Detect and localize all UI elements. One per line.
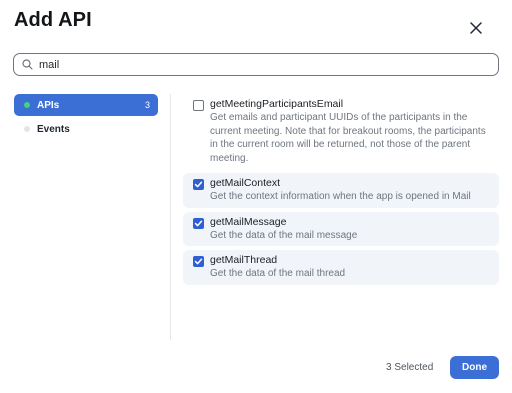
- sidebar-item-count: 3: [144, 100, 150, 110]
- checkbox[interactable]: [193, 256, 204, 267]
- status-dot-icon: [24, 126, 30, 132]
- close-button[interactable]: [464, 16, 488, 40]
- status-dot-icon: [24, 102, 30, 108]
- api-option-getmeetingparticipantsemail[interactable]: getMeetingParticipantsEmail Get emails a…: [183, 94, 499, 169]
- api-description: Get emails and participant UUIDs of the …: [210, 112, 486, 164]
- divider: [170, 94, 171, 340]
- sidebar-item-apis[interactable]: APIs 3: [14, 94, 158, 116]
- check-icon: [194, 258, 203, 265]
- checkbox[interactable]: [193, 179, 204, 190]
- check-icon: [194, 220, 203, 226]
- api-description: Get the data of the mail message: [210, 229, 358, 241]
- checkbox[interactable]: [193, 100, 204, 111]
- sidebar: APIs 3 Events: [14, 94, 158, 142]
- api-description: Get the context information when the app…: [210, 191, 471, 202]
- sidebar-item-events[interactable]: Events: [14, 118, 158, 140]
- add-api-dialog: Add API APIs 3 Events getMeeti: [0, 0, 512, 393]
- search-box[interactable]: [13, 53, 499, 76]
- search-icon: [21, 58, 34, 71]
- checkbox[interactable]: [193, 217, 204, 229]
- api-option-getmailthread[interactable]: getMailThread Get the data of the mail t…: [183, 250, 499, 285]
- api-name: getMeetingParticipantsEmail: [210, 98, 344, 110]
- api-name: getMailThread: [210, 254, 278, 266]
- selected-count: 3 Selected: [386, 362, 434, 373]
- api-option-getmailcontext[interactable]: getMailContext Get the context informati…: [183, 173, 499, 208]
- api-list: getMeetingParticipantsEmail Get emails a…: [183, 94, 499, 289]
- sidebar-item-label: APIs: [37, 99, 60, 111]
- dialog-title: Add API: [14, 9, 92, 31]
- search-input[interactable]: [39, 58, 479, 71]
- api-option-getmailmessage[interactable]: getMailMessage Get the data of the mail …: [183, 211, 499, 246]
- api-name: getMailContext: [210, 177, 281, 189]
- check-icon: [194, 181, 203, 188]
- api-name: getMailMessage: [210, 215, 287, 228]
- api-description: Get the data of the mail thread: [210, 268, 346, 279]
- sidebar-item-label: Events: [37, 123, 70, 135]
- done-button[interactable]: Done: [450, 356, 499, 379]
- close-icon: [470, 22, 482, 34]
